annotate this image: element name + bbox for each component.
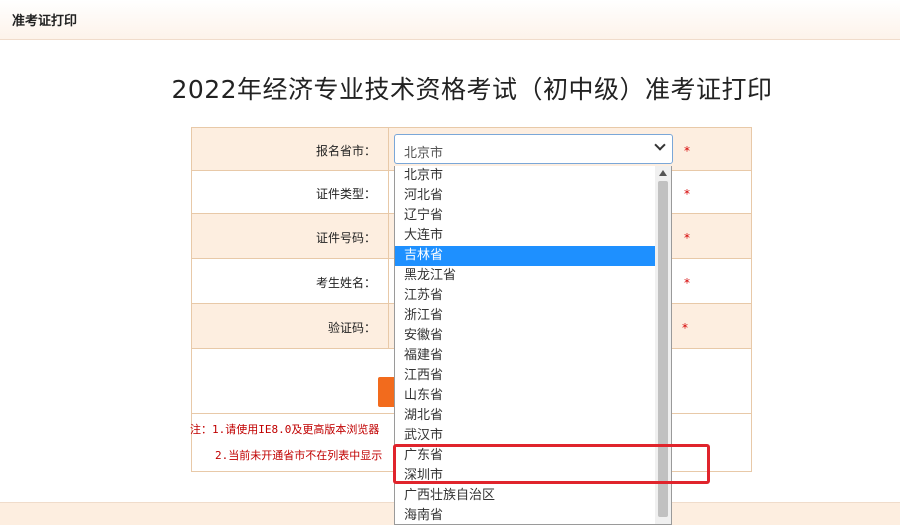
dropdown-option[interactable]: 黑龙江省 (395, 266, 656, 286)
page-title: 2022年经济专业技术资格考试（初中级）准考证打印 (171, 75, 773, 104)
scroll-up-arrow-icon[interactable] (659, 170, 667, 176)
province-label: 报名省市： (315, 144, 376, 158)
dropdown-option[interactable]: 山东省 (395, 386, 656, 406)
required-mark: * (684, 276, 690, 290)
dropdown-option[interactable]: 安徽省 (395, 326, 656, 346)
required-mark: * (682, 321, 688, 335)
required-mark: * (684, 231, 690, 245)
dropdown-option[interactable]: 河北省 (395, 186, 656, 206)
row-divider (388, 214, 389, 258)
dropdown-option[interactable]: 湖北省 (395, 406, 656, 426)
dropdown-option[interactable]: 海南省 (395, 506, 656, 524)
required-mark: * (684, 187, 690, 201)
province-select[interactable]: 北京市 (394, 134, 673, 164)
dropdown-option[interactable]: 江苏省 (395, 286, 656, 306)
row-divider (388, 259, 389, 303)
row-divider (388, 171, 389, 213)
dropdown-option[interactable]: 浙江省 (395, 306, 656, 326)
row-divider (388, 304, 389, 348)
chevron-down-icon (654, 139, 666, 151)
province-select-value: 北京市 (404, 146, 444, 161)
dropdown-option[interactable]: 北京市 (395, 166, 656, 186)
dropdown-option[interactable]: 武汉市 (395, 426, 656, 446)
id-number-label: 证件号码： (315, 231, 376, 245)
candidate-name-label: 考生姓名： (315, 276, 376, 290)
row-divider (388, 128, 389, 170)
dropdown-option[interactable]: 江西省 (395, 366, 656, 386)
dropdown-option-selected[interactable]: 吉林省 (395, 246, 656, 266)
annotation-highlight-box (393, 444, 710, 484)
dropdown-option[interactable]: 辽宁省 (395, 206, 656, 226)
note-1: 注：1.请使用IE8.0及更高版本浏览器 (190, 423, 380, 436)
form-row-province: 报名省市： 北京市 * (192, 128, 751, 171)
id-type-label: 证件类型： (315, 187, 376, 201)
dropdown-option[interactable]: 广西壮族自治区 (395, 486, 656, 506)
dropdown-option[interactable]: 福建省 (395, 346, 656, 366)
header-title: 准考证打印 (12, 14, 78, 29)
required-mark: * (684, 144, 690, 158)
dropdown-option[interactable]: 大连市 (395, 226, 656, 246)
top-bar: 准考证打印 (0, 0, 900, 40)
note-2: 2.当前未开通省市不在列表中显示 (215, 449, 383, 462)
captcha-label: 验证码： (327, 321, 376, 335)
